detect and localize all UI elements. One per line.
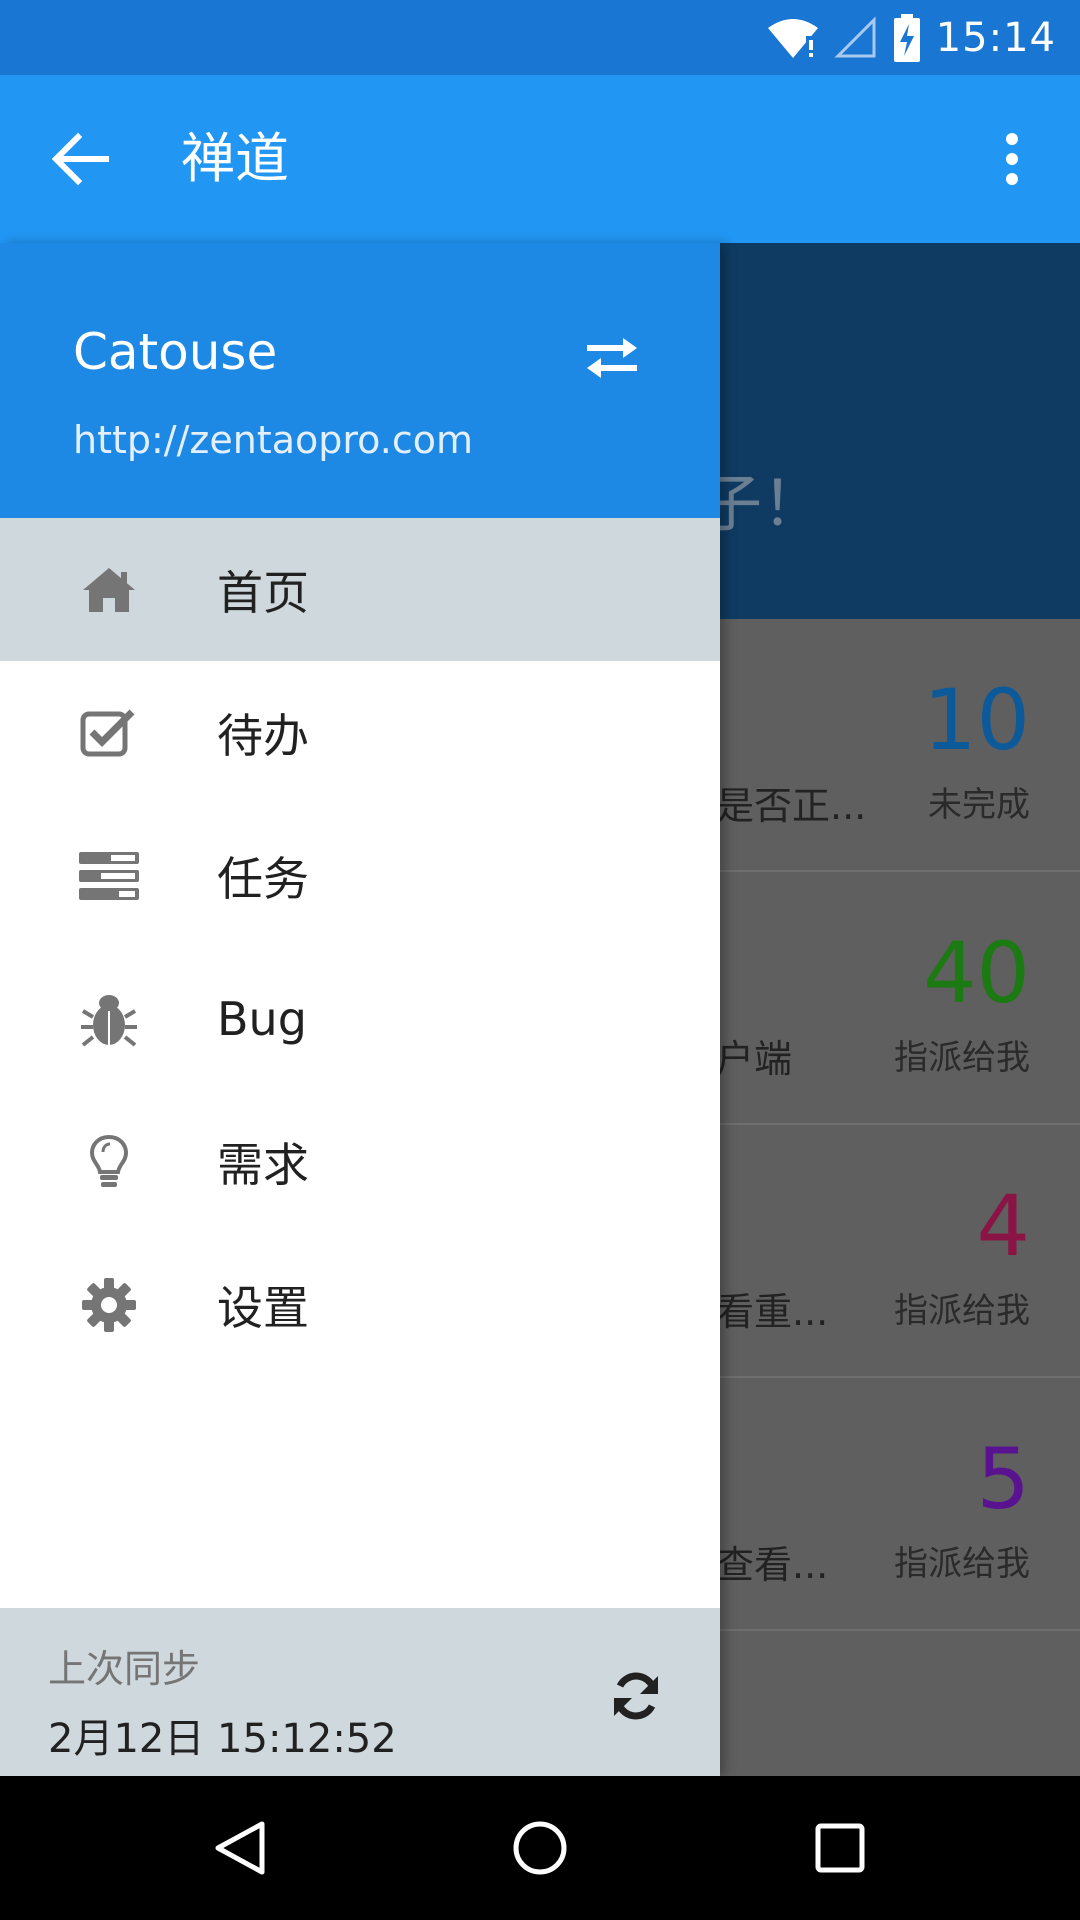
nav-home-icon[interactable]	[494, 1802, 586, 1894]
menu-item-todo[interactable]: 待办	[0, 661, 720, 804]
account-url: http://zentaopro.com	[73, 418, 473, 462]
status-time: 15:14	[935, 14, 1056, 61]
battery-charging-icon	[892, 13, 922, 62]
status-bar: 15:14	[0, 0, 1080, 75]
row-number: 4	[976, 1177, 1030, 1275]
drawer-header: Catouse http://zentaopro.com	[0, 243, 720, 518]
app-bar: 禅道	[0, 75, 1080, 243]
tasks-icon	[77, 844, 141, 908]
nav-back-icon[interactable]	[194, 1802, 286, 1894]
menu-item-label: Bug	[217, 991, 307, 1046]
row-snippet: 查看...	[716, 1543, 829, 1587]
drawer-menu: 首页 待办 任务 Bug 需求 设置	[0, 518, 720, 1376]
sync-title: 上次同步	[48, 1647, 201, 1691]
menu-item-settings[interactable]: 设置	[0, 1233, 720, 1376]
bug-icon	[77, 987, 141, 1051]
signal-empty-icon	[834, 15, 878, 60]
page-title: 禅道	[181, 127, 289, 190]
menu-item-label: 待办	[217, 708, 309, 763]
home-icon	[77, 558, 141, 622]
status-icons: 15:14	[766, 0, 1056, 75]
wifi-alert-icon	[766, 16, 820, 60]
account-name: Catouse	[73, 323, 278, 381]
row-snippet: 是否正...	[716, 784, 867, 828]
row-label: 指派给我	[894, 1038, 1030, 1078]
row-snippet: 户端	[716, 1037, 793, 1081]
swap-icon[interactable]	[572, 323, 652, 393]
menu-item-story[interactable]: 需求	[0, 1090, 720, 1233]
row-label: 指派给我	[894, 1291, 1030, 1331]
menu-item-home[interactable]: 首页	[0, 518, 720, 661]
nav-recents-icon[interactable]	[794, 1802, 886, 1894]
system-nav-bar	[0, 1776, 1080, 1920]
more-vertical-icon[interactable]	[972, 119, 1052, 199]
lightbulb-icon	[77, 1130, 141, 1194]
gear-icon	[77, 1273, 141, 1337]
sync-footer: 上次同步 2月12日 15:12:52	[0, 1608, 720, 1776]
menu-item-label: 设置	[217, 1280, 309, 1335]
row-number: 40	[923, 924, 1030, 1022]
row-label: 指派给我	[894, 1544, 1030, 1584]
row-number: 10	[923, 671, 1030, 769]
row-label: 未完成	[928, 785, 1030, 825]
refresh-icon[interactable]	[598, 1658, 674, 1734]
sync-time: 2月12日 15:12:52	[48, 1716, 397, 1762]
menu-item-label: 首页	[217, 565, 309, 620]
menu-item-bug[interactable]: Bug	[0, 947, 720, 1090]
navigation-drawer: Catouse http://zentaopro.com 首页 待办 任务 Bu…	[0, 243, 720, 1776]
menu-item-label: 需求	[217, 1137, 309, 1192]
arrow-left-icon[interactable]	[40, 119, 120, 199]
checkbox-icon	[77, 701, 141, 765]
row-number: 5	[976, 1430, 1030, 1528]
menu-item-tasks[interactable]: 任务	[0, 804, 720, 947]
menu-item-label: 任务	[217, 851, 309, 906]
row-snippet: 看重...	[716, 1290, 829, 1334]
